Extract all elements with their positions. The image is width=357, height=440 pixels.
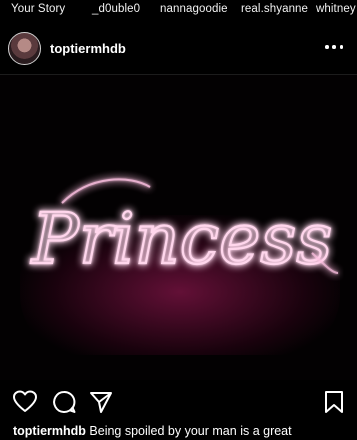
post-username[interactable]: toptiermhdb (50, 41, 126, 56)
comment-icon[interactable] (51, 389, 77, 415)
stories-row: Your Story _d0uble0 nannagoodie real.shy… (0, 0, 357, 22)
post-image[interactable]: Princess (0, 75, 357, 380)
post-actions (0, 385, 357, 419)
story-d0uble0[interactable]: _d0uble0 (92, 3, 140, 15)
story-whitney[interactable]: whitney (316, 3, 356, 15)
story-your-story[interactable]: Your Story (11, 3, 65, 15)
story-nannagoodie[interactable]: nannagoodie (160, 3, 228, 15)
instagram-feed: Your Story _d0uble0 nannagoodie real.shy… (0, 0, 357, 440)
post-header: toptiermhdb (0, 24, 357, 74)
send-icon[interactable] (88, 389, 114, 415)
neon-sign: Princess (29, 178, 339, 281)
caption-text: Being spoiled by your man is a great (89, 424, 292, 438)
bookmark-icon[interactable] (321, 389, 347, 415)
avatar[interactable] (8, 32, 41, 65)
heart-icon[interactable] (12, 389, 38, 415)
neon-princess-text: Princess (30, 198, 333, 280)
story-real-shyanne[interactable]: real.shyanne (241, 3, 308, 15)
caption-username[interactable]: toptiermhdb (13, 424, 86, 438)
post-caption: toptiermhdb Being spoiled by your man is… (13, 424, 353, 438)
more-options-icon[interactable] (325, 39, 343, 55)
